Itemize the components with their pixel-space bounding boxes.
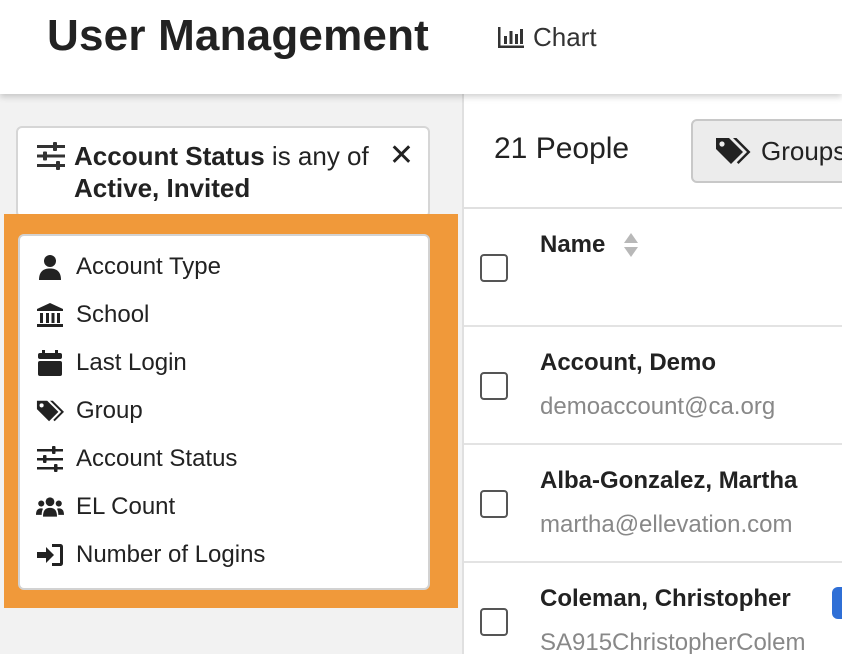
- filter-field: Account Status: [74, 141, 265, 171]
- row-checkbox[interactable]: [480, 490, 508, 518]
- filter-field-menu: Account Type School Last Login Group Acc…: [18, 234, 430, 590]
- chart-button[interactable]: Chart: [497, 22, 597, 53]
- table-row[interactable]: Alba-Gonzalez, Martha martha@ellevation.…: [464, 445, 842, 563]
- table-row[interactable]: Coleman, Christopher SA915ChristopherCol…: [464, 563, 842, 654]
- menu-item-el-count[interactable]: EL Count: [20, 485, 428, 529]
- tags-icon: [716, 138, 751, 164]
- menu-item-number-of-logins[interactable]: Number of Logins: [20, 533, 428, 577]
- groups-label: Groups: [761, 135, 842, 166]
- person-name[interactable]: Alba-Gonzalez, Martha: [540, 467, 797, 495]
- filter-description: Account Status is any of: [74, 140, 369, 172]
- page-title: User Management: [47, 11, 430, 60]
- person-name[interactable]: Coleman, Christopher: [540, 585, 791, 613]
- menu-item-group[interactable]: Group: [20, 389, 428, 433]
- school-icon: [37, 303, 63, 327]
- sort-icon: [624, 233, 639, 257]
- person-email: SA915ChristopherColem: [540, 629, 806, 654]
- page-header: User Management Chart: [0, 0, 842, 94]
- chart-label: Chart: [533, 22, 597, 52]
- name-column-header[interactable]: Name: [540, 231, 639, 259]
- menu-item-label: Last Login: [76, 349, 187, 376]
- sign-in-icon: [37, 544, 63, 566]
- menu-item-label: School: [76, 301, 150, 328]
- filter-pane: Account Status is any of Active, Invited…: [0, 94, 462, 654]
- user-icon: [39, 255, 61, 280]
- status-badge: [832, 587, 842, 619]
- table-row[interactable]: Account, Demo demoaccount@ca.org: [464, 327, 842, 445]
- close-icon[interactable]: ✕: [389, 140, 414, 172]
- menu-item-last-login[interactable]: Last Login: [20, 341, 428, 385]
- filter-operator: is any of: [264, 141, 369, 171]
- menu-item-account-status[interactable]: Account Status: [20, 437, 428, 481]
- menu-item-label: Account Type: [76, 253, 221, 280]
- person-name[interactable]: Account, Demo: [540, 349, 716, 377]
- menu-item-label: Account Status: [76, 445, 238, 472]
- menu-item-label: EL Count: [76, 493, 176, 520]
- groups-button[interactable]: Groups: [691, 119, 842, 183]
- table-header-row: Name: [464, 209, 842, 327]
- menu-item-school[interactable]: School: [20, 293, 428, 337]
- filter-values: Active, Invited: [74, 173, 251, 203]
- menu-item-label: Group: [76, 397, 143, 424]
- menu-item-account-type[interactable]: Account Type: [20, 245, 428, 289]
- calendar-icon: [38, 350, 62, 376]
- people-count: 21 People: [494, 132, 630, 165]
- people-pane: 21 People Groups Name Account, Demo demo…: [464, 94, 842, 654]
- filter-chip-account-status[interactable]: Account Status is any of Active, Invited…: [16, 126, 430, 218]
- tags-icon: [36, 400, 64, 422]
- menu-item-label: Number of Logins: [76, 541, 266, 568]
- row-checkbox[interactable]: [480, 608, 508, 636]
- person-email: martha@ellevation.com: [540, 511, 793, 538]
- sliders-icon: [37, 446, 63, 472]
- sliders-icon: [37, 142, 65, 170]
- name-header-label: Name: [540, 231, 606, 258]
- row-checkbox[interactable]: [480, 372, 508, 400]
- select-all-checkbox[interactable]: [480, 254, 508, 282]
- users-icon: [36, 497, 64, 517]
- person-email: demoaccount@ca.org: [540, 393, 776, 420]
- bar-chart-icon: [498, 26, 524, 48]
